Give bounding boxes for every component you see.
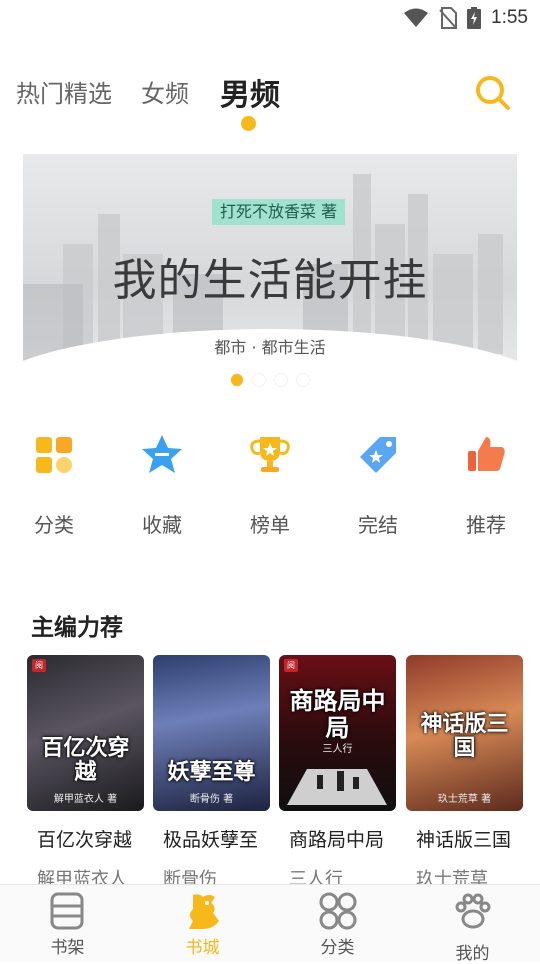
bottom-nav: 书架 书城 分类 我的 [0, 884, 540, 964]
status-time: 1:55 [491, 7, 528, 28]
book-cover[interactable]: 妖孽至尊 断骨伤 著 [153, 655, 270, 811]
tab-hot-picks[interactable]: 热门精选 [16, 74, 112, 109]
cover-author: 三人行 [322, 744, 353, 755]
book-title[interactable]: 商路局中局 [289, 825, 384, 852]
star-collection-icon [142, 435, 182, 473]
quick-nav-ranking[interactable]: 榜单 [216, 425, 324, 537]
book-list: 阅 百亿次穿越 解甲蓝衣人 著 百亿次穿越 解甲蓝衣人 妖孽至尊 断骨伤 著 极… [0, 655, 540, 890]
quick-nav-label: 完结 [358, 513, 398, 537]
banner-title: 我的生活能开挂 [112, 255, 428, 306]
carousel-dot[interactable] [275, 374, 287, 386]
carousel-indicators [231, 374, 309, 386]
tab-female[interactable]: 女频 [141, 74, 189, 109]
paw-profile-icon [455, 893, 491, 929]
book-title[interactable]: 神话版三国 [416, 825, 511, 852]
publisher-badge: 阅 [284, 659, 298, 672]
quick-nav-label: 榜单 [250, 513, 290, 537]
bookstore-icon [189, 894, 219, 929]
cover-title: 百亿次穿越 [41, 735, 130, 785]
banner-carousel[interactable]: 打死不放香菜 著 我的生活能开挂 都市 · 都市生活 [23, 154, 517, 394]
banner-genre: 都市 · 都市生活 [214, 338, 326, 357]
carousel-dot[interactable] [253, 374, 265, 386]
quick-nav-collection[interactable]: 收藏 [108, 425, 216, 537]
chess-illustration [287, 769, 387, 805]
cover-title: 商路局中局 [289, 687, 386, 742]
book-cover[interactable]: 阅 商路局中局 三人行 [279, 655, 396, 811]
book-title[interactable]: 极品妖孽至 [163, 825, 258, 852]
quick-nav: 分类 收藏 榜单 完结 推荐 [0, 425, 540, 545]
cover-author: 断骨伤 著 [189, 794, 234, 805]
quick-nav-label: 分类 [34, 513, 74, 537]
bottom-nav-label: 书城 [185, 938, 220, 958]
book-cover[interactable]: 阅 百亿次穿越 解甲蓝衣人 著 [27, 655, 144, 811]
status-bar: 1:55 [0, 0, 540, 36]
search-icon[interactable] [472, 72, 512, 112]
tag-icon [360, 437, 396, 473]
bottom-nav-profile[interactable]: 我的 [405, 885, 540, 964]
bookshelf-icon [50, 892, 84, 930]
book-cover[interactable]: 神话版三国 玖士荒草 著 [406, 655, 523, 811]
bottom-nav-category[interactable]: 分类 [270, 885, 405, 961]
cover-author: 解甲蓝衣人 著 [53, 794, 118, 805]
wifi-icon [404, 8, 429, 27]
category-grid-icon [319, 892, 357, 930]
quick-nav-category[interactable]: 分类 [0, 425, 108, 537]
no-sim-icon [439, 7, 458, 29]
carousel-dot[interactable] [297, 374, 309, 386]
quick-nav-label: 推荐 [466, 513, 506, 537]
section-title: 主编力荐 [31, 615, 123, 641]
bottom-nav-label: 分类 [320, 938, 355, 958]
category-icon [36, 437, 72, 473]
quick-nav-label: 收藏 [142, 513, 182, 537]
bottom-nav-label: 书架 [50, 938, 85, 958]
status-icons: 1:55 [403, 6, 528, 30]
carousel-dot[interactable] [231, 374, 243, 386]
bottom-nav-bookshelf[interactable]: 书架 [0, 885, 135, 961]
publisher-badge: 阅 [32, 659, 46, 672]
book-title[interactable]: 百亿次穿越 [37, 825, 132, 852]
thumbs-up-icon [468, 437, 505, 471]
cover-title: 神话版三国 [420, 711, 509, 761]
top-tabs: 热门精选 女频 男频 [0, 62, 540, 132]
tab-male[interactable]: 男频 [220, 70, 280, 114]
bottom-nav-bookstore[interactable]: 书城 [135, 885, 270, 961]
active-tab-indicator [241, 116, 256, 131]
bottom-nav-label: 我的 [455, 944, 490, 964]
quick-nav-completed[interactable]: 完结 [324, 425, 432, 537]
quick-nav-recommend[interactable]: 推荐 [432, 425, 540, 537]
trophy-icon [250, 437, 290, 472]
battery-charging-icon [467, 7, 482, 29]
cover-author: 玖士荒草 著 [437, 794, 492, 805]
cover-title: 妖孽至尊 [167, 759, 256, 785]
banner-author-tag: 打死不放香菜 著 [212, 199, 346, 225]
